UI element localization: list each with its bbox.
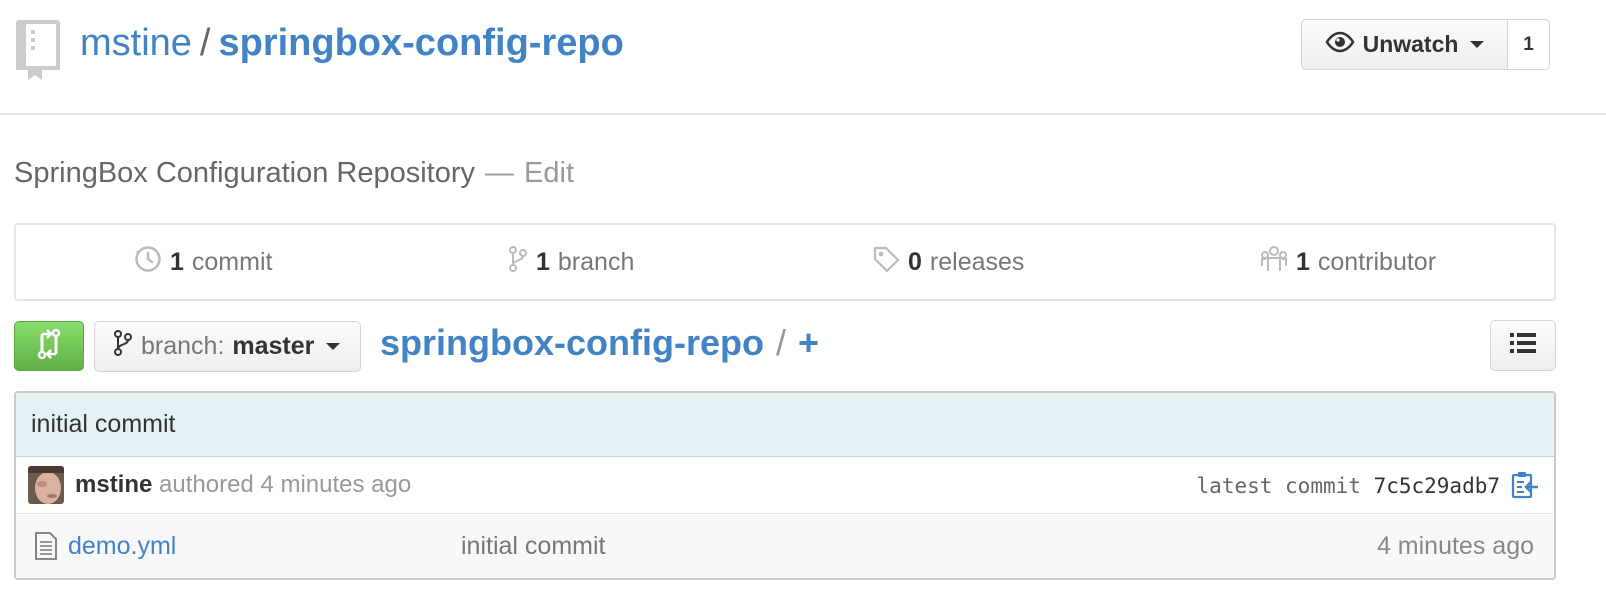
commits-count: 1: [170, 247, 184, 276]
breadcrumb-repo-link[interactable]: springbox-config-repo: [380, 322, 764, 363]
description-dash: —: [485, 157, 515, 189]
history-icon: [134, 245, 162, 280]
unwatch-button[interactable]: Unwatch: [1301, 19, 1508, 70]
file-text-icon: [35, 532, 57, 565]
contributors-label: contributor: [1317, 247, 1437, 276]
commit-meta-row: mstine authored 4 minutes ago latest com…: [16, 457, 1554, 514]
tag-icon: [872, 245, 900, 280]
stat-releases[interactable]: 0 releases: [872, 225, 1024, 299]
edit-description-link[interactable]: Edit: [524, 157, 574, 189]
repo-name-link[interactable]: springbox-config-repo: [218, 22, 623, 64]
file-table: initial commit mstine authored 4 minutes…: [14, 391, 1556, 580]
author-name-link[interactable]: mstine: [75, 471, 152, 498]
breadcrumb-separator: /: [775, 322, 786, 363]
chevron-down-icon: [1470, 41, 1485, 48]
latest-commit: latest commit 7c5c29adb7: [1197, 457, 1500, 515]
list-icon: [1510, 332, 1536, 359]
stat-contributors[interactable]: 1 contributor: [1260, 225, 1436, 299]
authored-time: authored 4 minutes ago: [159, 471, 412, 498]
unwatch-label: Unwatch: [1362, 31, 1459, 57]
branch-prefix: branch:: [141, 332, 225, 360]
chevron-down-icon: [326, 343, 341, 350]
avatar[interactable]: [28, 466, 64, 504]
releases-label: releases: [929, 247, 1025, 276]
branches-count: 1: [536, 247, 550, 276]
git-branch-icon: [508, 245, 528, 280]
repo-description: SpringBox Configuration Repository — Edit: [14, 154, 574, 192]
eye-icon: [1325, 31, 1355, 59]
branches-label: branch: [557, 247, 635, 276]
releases-count: 0: [908, 247, 922, 276]
commit-message[interactable]: initial commit: [31, 393, 175, 455]
watchers-count[interactable]: 1: [1508, 19, 1550, 70]
commit-author: mstine authored 4 minutes ago: [75, 457, 411, 513]
compare-button[interactable]: [14, 321, 84, 371]
file-name-link[interactable]: demo.yml: [68, 515, 176, 577]
git-compare-icon: [34, 328, 64, 365]
description-text: SpringBox Configuration Repository: [14, 157, 476, 189]
repo-owner-link[interactable]: mstine: [80, 22, 192, 64]
list-view-button[interactable]: [1490, 320, 1556, 371]
commit-title-row: initial commit: [16, 393, 1554, 457]
branch-select-button[interactable]: branch: master: [94, 321, 361, 372]
git-branch-icon: [113, 329, 133, 364]
organization-icon: [1260, 245, 1288, 280]
contributors-count: 1: [1296, 247, 1310, 276]
commit-sha-link[interactable]: 7c5c29adb7: [1374, 474, 1500, 498]
latest-commit-label: latest commit: [1196, 474, 1361, 498]
repo-path-separator: /: [199, 22, 211, 64]
repo-icon: [14, 18, 62, 80]
watch-button-group: Unwatch 1: [1301, 19, 1550, 70]
stat-branches[interactable]: 1 branch: [508, 225, 634, 299]
commits-label: commit: [191, 247, 273, 276]
breadcrumb: springbox-config-repo / +: [380, 320, 819, 366]
repo-title: mstine / springbox-config-repo: [80, 18, 624, 68]
add-file-link[interactable]: +: [798, 322, 819, 363]
clippy-icon[interactable]: [1510, 470, 1540, 500]
file-row[interactable]: demo.yml initial commit 4 minutes ago: [16, 515, 1554, 578]
file-age: 4 minutes ago: [1376, 532, 1534, 560]
header-divider: [0, 113, 1606, 115]
repo-stats-bar: 1 commit 1 branch 0 releases 1 contribut…: [14, 223, 1556, 301]
file-commit-message[interactable]: initial commit: [461, 515, 605, 577]
branch-name: master: [232, 332, 315, 360]
stat-commits[interactable]: 1 commit: [134, 225, 272, 299]
